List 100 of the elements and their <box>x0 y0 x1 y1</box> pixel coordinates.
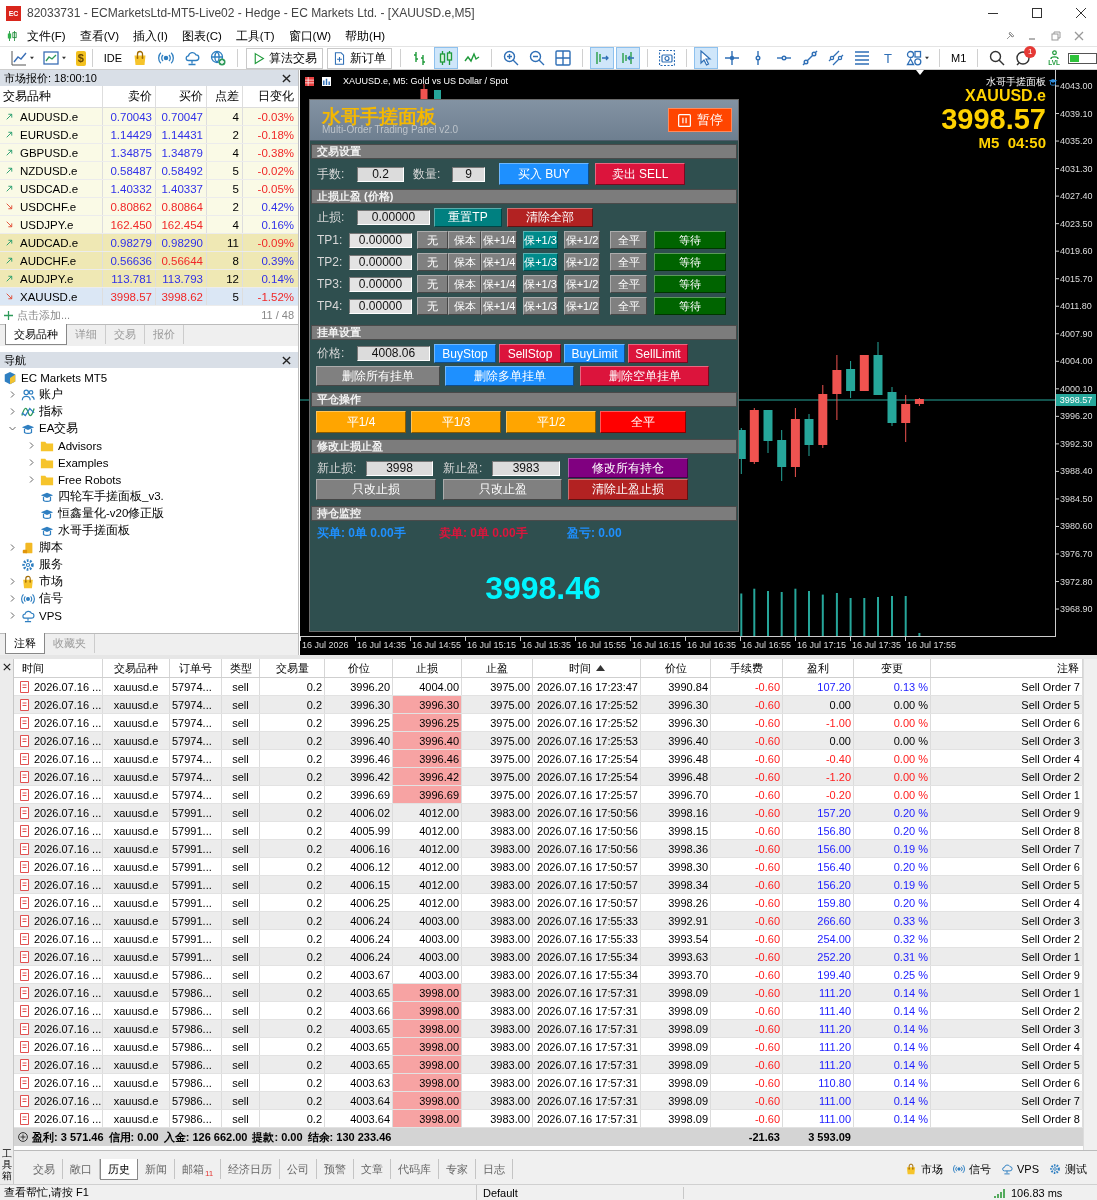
text-tool-button[interactable]: T <box>876 47 901 69</box>
globe-plus-icon[interactable] <box>210 50 227 66</box>
caret-icon[interactable] <box>30 56 34 60</box>
camera-icon[interactable] <box>659 50 676 66</box>
timeframe-button[interactable]: M1 <box>946 52 972 64</box>
table-row[interactable]: 2026.07.16 ... xauusd.e 57974... sell 0.2 3996.20 4004.00 3975.00 2026.07.16 17:23:47 3990.84 -0.60 107.20 0.13 % Sell Order 7 <box>14 678 1083 696</box>
take-profit-field[interactable]: 0.00000 <box>349 276 412 292</box>
quote-row[interactable]: AUDJPY.e 113.781 113.793 12 0.14% <box>0 270 298 288</box>
breakeven-option[interactable]: 保+1/2 <box>564 253 600 271</box>
tree-item[interactable]: 四轮车手搓面板_v3. <box>58 489 164 504</box>
stop-loss-field[interactable]: 0.00000 <box>357 210 430 225</box>
sell-button[interactable]: 卖出 SELL <box>595 163 685 185</box>
table-row[interactable]: 2026.07.16 ... xauusd.e 57974... sell 0.2 3996.42 3996.42 3975.00 2026.07.16 17:25:54 3996.48 -0.60 -1.20 0.00 % Sell Order 2 <box>14 768 1083 786</box>
column-header[interactable]: 止损 <box>393 659 462 677</box>
close-icon[interactable] <box>282 73 291 83</box>
breakeven-option[interactable]: 保本 <box>448 231 481 249</box>
maximize-icon[interactable] <box>1032 8 1042 18</box>
tab[interactable]: 交易品种 <box>5 324 67 345</box>
tab[interactable]: 新闻 <box>138 1159 175 1179</box>
column-header[interactable]: 手续费 <box>711 659 783 677</box>
tab[interactable]: 注释 <box>5 633 45 654</box>
table-row[interactable]: 2026.07.16 ... xauusd.e 57991... sell 0.2 4006.12 4012.00 3983.00 2026.07.16 17:50:57 3998.30 -0.60 156.40 0.20 % Sell Order 6 <box>14 858 1083 876</box>
column-header[interactable]: 卖价 <box>103 86 156 107</box>
take-profit-field[interactable]: 0.00000 <box>349 232 412 248</box>
chart-shift-button[interactable] <box>616 47 641 69</box>
menu-item[interactable]: 插入(I) <box>126 28 175 44</box>
breakeven-option[interactable]: 保+1/3 <box>523 275 558 293</box>
menu-item[interactable]: 窗口(W) <box>281 28 339 44</box>
table-row[interactable]: 2026.07.16 ... xauusd.e 57991... sell 0.2 4006.02 4012.00 3983.00 2026.07.16 17:50:56 3998.16 -0.60 157.20 0.20 % Sell Order 9 <box>14 804 1083 822</box>
new-take-profit-field[interactable]: 3983 <box>492 460 560 476</box>
breakeven-option[interactable]: 保+1/2 <box>564 275 600 293</box>
modify-button[interactable]: 只改止损 <box>316 479 436 500</box>
tree-item[interactable]: EA交易 <box>39 421 79 436</box>
service-button[interactable]: VPS <box>1001 1159 1039 1179</box>
table-row[interactable]: 2026.07.16 ... xauusd.e 57986... sell 0.2 4003.65 3998.00 3983.00 2026.07.16 17:57:31 3998.09 -0.60 111.20 0.14 % Sell Order 1 <box>14 984 1083 1002</box>
tree-item[interactable]: 账户 <box>39 387 63 402</box>
breakeven-option[interactable]: 保+1/2 <box>564 231 600 249</box>
breakeven-option[interactable]: 保+1/3 <box>523 297 558 315</box>
table-row[interactable]: 2026.07.16 ... xauusd.e 57974... sell 0.2 3996.69 3996.69 3975.00 2026.07.16 17:25:57 3996.70 -0.60 -0.20 0.00 % Sell Order 1 <box>14 786 1083 804</box>
quote-row[interactable]: AUDCHF.e 0.56636 0.56644 8 0.39% <box>0 252 298 270</box>
chart-bars-icon[interactable] <box>322 76 331 86</box>
breakeven-option[interactable]: 保+1/4 <box>481 231 517 249</box>
status-button[interactable]: 等待 <box>654 231 726 249</box>
close-all-button[interactable]: 全平 <box>610 253 647 271</box>
quote-row[interactable]: XAUUSD.e 3998.57 3998.62 5 -1.52% <box>0 288 298 306</box>
quote-row[interactable]: USDJPY.e 162.450 162.454 4 0.16% <box>0 216 298 234</box>
close-icon[interactable] <box>1076 8 1086 18</box>
menu-item[interactable]: 帮助(H) <box>338 28 393 44</box>
modify-all-button[interactable]: 修改所有持仓 <box>568 458 688 478</box>
modify-button[interactable]: 清除止盈止损 <box>568 479 688 500</box>
new-stop-loss-field[interactable]: 3998 <box>366 460 433 476</box>
table-row[interactable]: 2026.07.16 ... xauusd.e 57991... sell 0.2 4006.25 4012.00 3983.00 2026.07.16 17:50:57 3998.26 -0.60 159.80 0.20 % Sell Order 4 <box>14 894 1083 912</box>
tab[interactable]: 日志 <box>476 1159 514 1179</box>
quote-row[interactable]: USDCHF.e 0.80862 0.80864 2 0.42% <box>0 198 298 216</box>
auto-scroll-button[interactable] <box>590 47 615 69</box>
menu-item[interactable]: 文件(F) <box>20 28 73 44</box>
tree-item[interactable]: 水哥手搓面板 <box>58 523 130 538</box>
modify-button[interactable]: 只改止盈 <box>443 479 562 500</box>
tree-item[interactable]: 恒鑫量化-v20修正版 <box>58 506 165 521</box>
table-row[interactable]: 2026.07.16 ... xauusd.e 57991... sell 0.2 4006.15 4012.00 3983.00 2026.07.16 17:50:57 3998.34 -0.60 156.20 0.19 % Sell Order 5 <box>14 876 1083 894</box>
status-button[interactable]: 等待 <box>654 297 726 315</box>
column-header[interactable]: 交易量 <box>260 659 325 677</box>
breakeven-option[interactable]: 保+1/2 <box>564 297 600 315</box>
table-row[interactable]: 2026.07.16 ... xauusd.e 57991... sell 0.2 4006.24 4003.00 3983.00 2026.07.16 17:55:34 3993.63 -0.60 252.20 0.31 % Sell Order 1 <box>14 948 1083 966</box>
tab[interactable]: 代码库 <box>391 1159 440 1179</box>
column-header[interactable]: 价位 <box>325 659 393 677</box>
plus-icon[interactable] <box>4 310 13 320</box>
column-header[interactable]: 变更 <box>854 659 931 677</box>
breakeven-option[interactable]: 保+1/4 <box>481 253 517 271</box>
menu-item[interactable]: 查看(V) <box>72 28 127 44</box>
breakeven-option[interactable]: 无 <box>417 253 448 271</box>
dollar-button[interactable]: $ <box>75 50 86 66</box>
reset-tp-button[interactable]: 重置TP <box>434 208 502 227</box>
person-icon[interactable] <box>1048 50 1060 59</box>
table-row[interactable]: 2026.07.16 ... xauusd.e 57986... sell 0.2 4003.65 3998.00 3983.00 2026.07.16 17:57:31 3998.09 -0.60 111.20 0.14 % Sell Order 4 <box>14 1038 1083 1056</box>
pending-order-button[interactable]: SellLimit <box>628 344 688 363</box>
column-header[interactable]: 订单号 <box>170 659 222 677</box>
table-row[interactable]: 2026.07.16 ... xauusd.e 57986... sell 0.2 4003.67 4003.00 3983.00 2026.07.16 17:55:34 3993.70 -0.60 199.40 0.25 % Sell Order 9 <box>14 966 1083 984</box>
tab[interactable]: 预警 <box>317 1159 355 1179</box>
table-row[interactable]: 2026.07.16 ... xauusd.e 57986... sell 0.2 4003.65 3998.00 3983.00 2026.07.16 17:57:31 3998.09 -0.60 111.20 0.14 % Sell Order 3 <box>14 1020 1083 1038</box>
table-row[interactable]: 2026.07.16 ... xauusd.e 57991... sell 0.2 4006.24 4003.00 3983.00 2026.07.16 17:55:33 3992.91 -0.60 266.60 0.33 % Sell Order 3 <box>14 912 1083 930</box>
service-button[interactable]: 测试 <box>1049 1159 1087 1179</box>
scrollbar-track[interactable] <box>1083 659 1097 1150</box>
breakeven-option[interactable]: 保本 <box>448 253 481 271</box>
status-button[interactable]: 等待 <box>654 275 726 293</box>
table-row[interactable]: 2026.07.16 ... xauusd.e 57974... sell 0.2 3996.30 3996.30 3975.00 2026.07.16 17:25:52 3996.30 -0.60 0.00 0.00 % Sell Order 5 <box>14 696 1083 714</box>
quote-row[interactable]: GBPUSD.e 1.34875 1.34879 4 -0.38% <box>0 144 298 162</box>
take-profit-field[interactable]: 0.00000 <box>349 298 412 314</box>
service-button[interactable]: 信号 <box>953 1159 991 1179</box>
tree-item[interactable]: Examples <box>58 456 109 469</box>
table-row[interactable]: 2026.07.16 ... xauusd.e 57974... sell 0.2 3996.40 3996.40 3975.00 2026.07.16 17:25:53 3996.40 -0.60 0.00 0.00 % Sell Order 3 <box>14 732 1083 750</box>
delete-orders-button[interactable]: 删除所有挂单 <box>316 366 440 386</box>
caret-icon[interactable] <box>925 56 929 60</box>
table-row[interactable]: 2026.07.16 ... xauusd.e 57986... sell 0.2 4003.66 3998.00 3983.00 2026.07.16 17:57:31 3998.09 -0.60 111.40 0.14 % Sell Order 2 <box>14 1002 1083 1020</box>
breakeven-option[interactable]: 保+1/3 <box>523 231 558 249</box>
add-symbol-link[interactable]: 点击添加... <box>17 307 262 323</box>
column-header[interactable]: 交易品种 <box>103 659 170 677</box>
service-button[interactable]: 市场 <box>905 1159 943 1179</box>
table-row[interactable]: 2026.07.16 ... xauusd.e 57986... sell 0.2 4003.63 3998.00 3983.00 2026.07.16 17:57:31 3998.09 -0.60 110.80 0.14 % Sell Order 6 <box>14 1074 1083 1092</box>
status-button[interactable]: 等待 <box>654 253 726 271</box>
